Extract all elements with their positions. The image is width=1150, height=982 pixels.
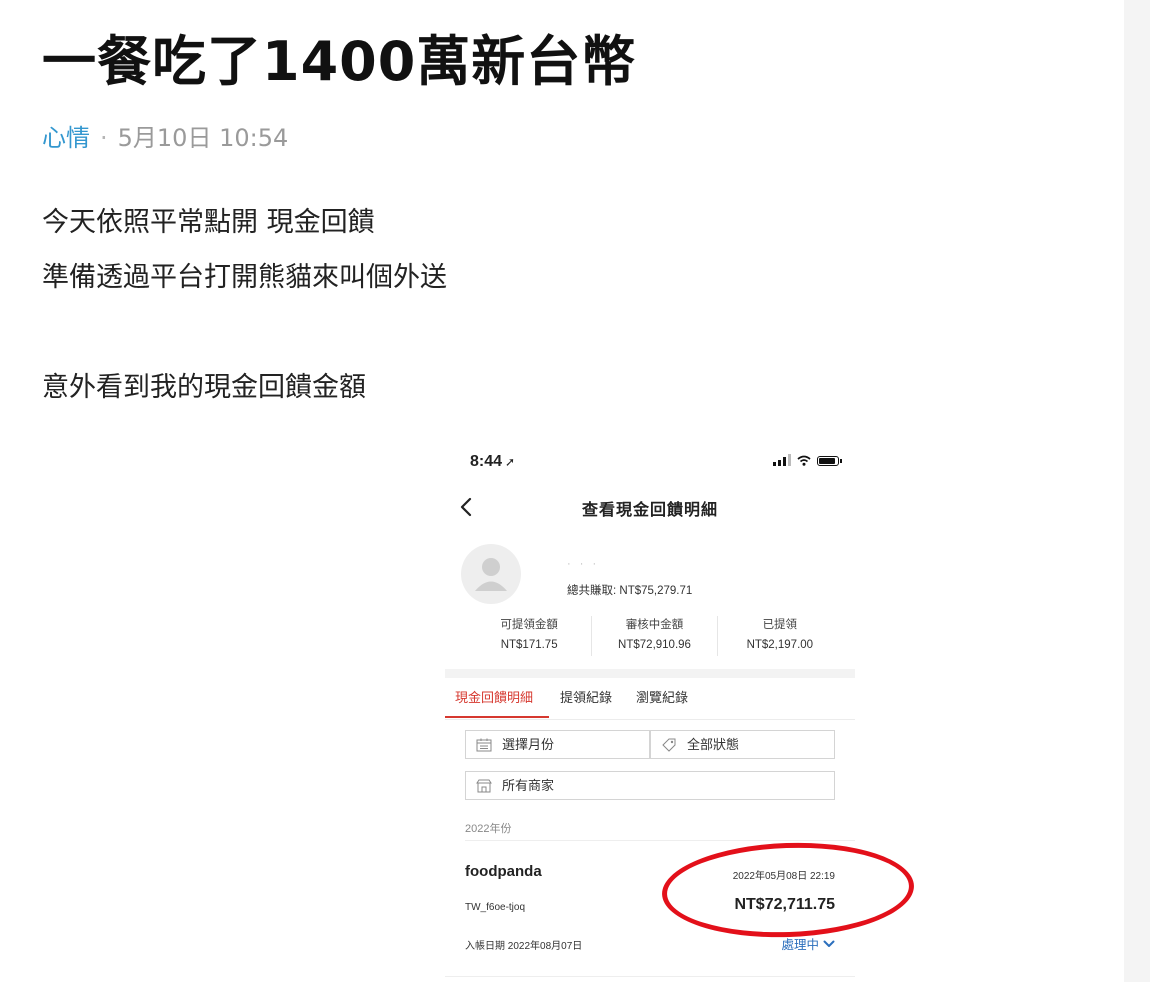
record-status-toggle[interactable]: 處理中 [781, 934, 835, 953]
stat-value: NT$2,197.00 [746, 639, 814, 651]
status-filter-label: 全部狀態 [687, 737, 740, 752]
tab-browsing-history[interactable]: 瀏覽紀錄 [636, 689, 688, 707]
merchant-filter-label: 所有商家 [502, 778, 555, 793]
tab-cashback-details[interactable]: 現金回饋明細 [455, 689, 533, 707]
stat-label: 審核中金額 [625, 619, 684, 631]
total-earned: 總共賺取: NT$75,279.71 [567, 585, 693, 597]
active-tab-indicator [445, 716, 549, 718]
record-order-id: TW_f6oe-tjoq [465, 902, 526, 913]
post-paragraph-2: 準備透過平台打開熊貓來叫個外送 [42, 262, 447, 293]
embedded-app-screenshot[interactable]: 8:44 ➚ 查看現金回饋明細 · · · 總共賺取: NT$75,279.71 … [445, 440, 855, 982]
meta-separator: · [100, 124, 108, 152]
board-link[interactable]: 心情 [42, 124, 90, 152]
stat-label: 已提領 [762, 619, 798, 631]
tag-icon [662, 738, 676, 752]
status-filter[interactable]: 全部狀態 [650, 730, 835, 759]
month-filter-label: 選擇月份 [502, 737, 555, 752]
stat-value: NT$171.75 [500, 639, 558, 651]
record-datetime: 2022年05月08日 22:19 [732, 871, 835, 882]
year-divider [465, 840, 855, 841]
record-status-label: 處理中 [781, 938, 819, 952]
merchant-filter[interactable]: 所有商家 [465, 771, 835, 800]
wifi-icon [797, 455, 811, 466]
post-paragraph-1: 今天依照平常點開 現金回饋 [42, 207, 375, 238]
status-bar-icons [773, 454, 842, 466]
page-side-strip [1124, 0, 1150, 982]
calendar-icon [476, 738, 492, 752]
stat-withdrawn: 已提領 NT$2,197.00 [718, 616, 842, 656]
record-posted-date: 入帳日期 2022年08月07日 [465, 941, 583, 952]
tab-withdrawal-records[interactable]: 提領紀錄 [560, 689, 612, 707]
record-divider [445, 976, 855, 977]
post-meta: 心情 · 5月10日 10:54 [42, 122, 288, 154]
record-amount: NT$72,711.75 [734, 896, 835, 913]
record-merchant: foodpanda [465, 863, 542, 880]
screen-title: 查看現金回饋明細 [581, 502, 718, 519]
month-filter[interactable]: 選擇月份 [465, 730, 650, 759]
post-time: 5月10日 10:54 [117, 124, 289, 152]
year-section-label: 2022年份 [465, 823, 512, 835]
stat-label: 可提領金額 [500, 619, 558, 631]
cellular-signal-icon [773, 454, 791, 466]
user-avatar-icon [475, 558, 507, 591]
stat-under-review: 審核中金額 NT$72,910.96 [592, 616, 718, 656]
stat-value: NT$72,910.96 [618, 639, 691, 651]
balance-stats: 可提領金額 NT$171.75 審核中金額 NT$72,910.96 已提領 N… [467, 616, 842, 656]
section-divider [445, 669, 855, 678]
stat-withdrawable: 可提領金額 NT$171.75 [467, 616, 593, 656]
status-bar-time: 8:44 ➚ [470, 453, 516, 470]
masked-username: · · · [567, 558, 600, 570]
post-paragraph-3: 意外看到我的現金回饋金額 [42, 372, 366, 403]
location-arrow-icon: ➚ [505, 455, 516, 469]
chevron-down-icon [823, 940, 835, 947]
store-icon [476, 779, 492, 793]
avatar [461, 544, 521, 604]
battery-icon [817, 456, 842, 466]
post-title: 一餐吃了1400萬新台幣 [42, 30, 637, 93]
